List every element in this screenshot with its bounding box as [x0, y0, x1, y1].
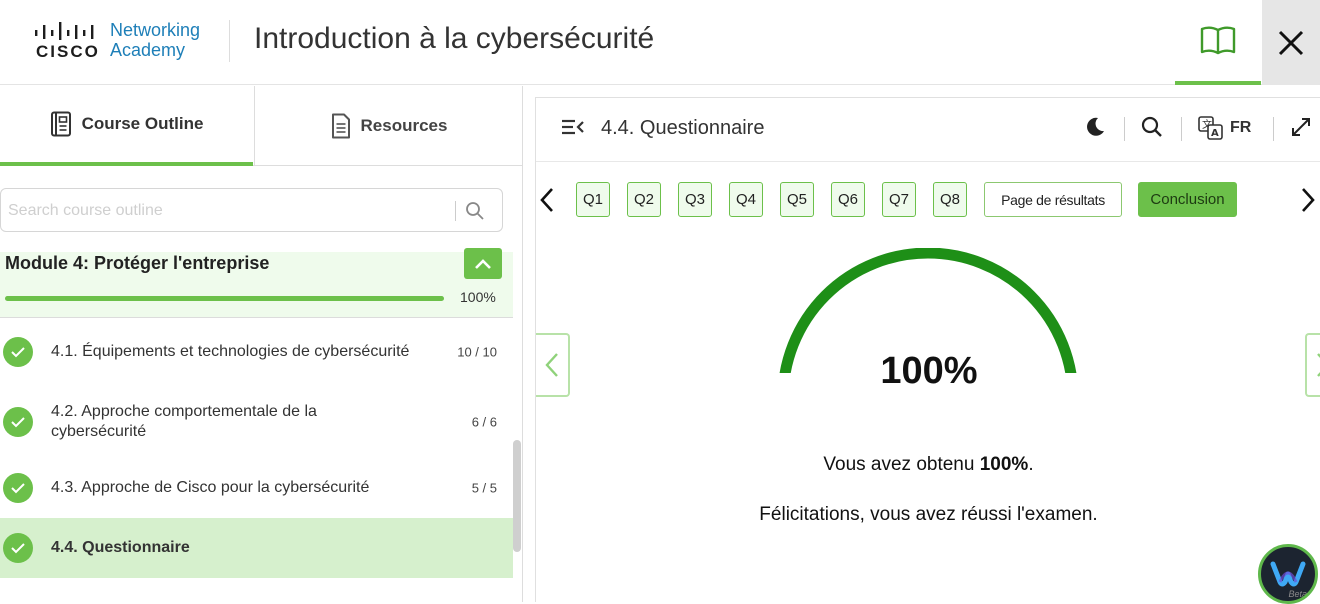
document-icon [331, 113, 350, 139]
expand-icon [1292, 118, 1310, 136]
question-button-q2[interactable]: Q2 [627, 182, 661, 217]
previous-page-button[interactable] [536, 333, 570, 397]
lesson-count: 10 / 10 [457, 344, 497, 360]
lesson-label: 4.1. Équipements et technologies de cybe… [51, 343, 410, 360]
previous-question-button[interactable] [539, 187, 555, 218]
chevron-right-icon [1302, 188, 1315, 212]
assistant-logo-icon [1270, 561, 1306, 587]
module-collapse-button[interactable] [464, 248, 502, 279]
course-book-button[interactable] [1175, 0, 1261, 85]
tab-course-outline-label: Course Outline [81, 114, 204, 133]
chevron-left-icon [545, 353, 558, 377]
question-button-q3[interactable]: Q3 [678, 182, 712, 217]
lesson-count: 6 / 6 [471, 414, 497, 430]
assistant-beta-badge[interactable]: Beta [1258, 544, 1318, 604]
translate-icon: 文 A [1198, 116, 1223, 140]
lesson-item[interactable]: 4.2. Approche comportementale de la cybe… [0, 392, 513, 452]
cisco-wordmark: CISCO [36, 42, 100, 61]
question-navigation: Q1 Q2 Q3 Q4 Q5 Q6 Q7 Q8 Page de résultat… [536, 182, 1320, 220]
lesson-item[interactable]: 4.3. Approche de Cisco pour la cybersécu… [0, 458, 513, 518]
score-message-suffix: . [1028, 454, 1034, 475]
lesson-label: 4.3. Approche de Cisco pour la cybersécu… [51, 479, 370, 496]
congratulations-message: Félicitations, vous avez réussi l'examen… [759, 504, 1098, 525]
search-input[interactable] [8, 199, 438, 223]
svg-text:A: A [1211, 128, 1219, 139]
toggle-sidebar-button[interactable] [561, 117, 585, 142]
language-label: FR [1230, 119, 1252, 136]
module-progress-bar [5, 296, 444, 301]
score-percentage: 100% [880, 350, 978, 392]
language-button[interactable]: 文 A FR [1198, 116, 1251, 140]
question-button-q5[interactable]: Q5 [780, 182, 814, 217]
question-button-q4[interactable]: Q4 [729, 182, 763, 217]
course-title: Introduction à la cybersécurité [254, 22, 655, 55]
outline-icon [50, 111, 71, 137]
toolbar-divider [1181, 117, 1182, 141]
results-page-button[interactable]: Page de résultats [984, 182, 1122, 217]
lesson-count: 5 / 5 [471, 480, 497, 496]
next-page-button[interactable] [1305, 333, 1320, 397]
completed-check-icon [3, 337, 33, 367]
app-header: CISCO Networking Academy Introduction à … [0, 0, 1320, 85]
sidebar: Course Outline Resources Module 4: Proté… [0, 86, 523, 602]
lesson-label: 4.2. Approche comportementale de la cybe… [51, 403, 317, 440]
completed-check-icon [3, 407, 33, 437]
tab-resources-label: Resources [360, 116, 448, 135]
question-button-q8[interactable]: Q8 [933, 182, 967, 217]
conclusion-button[interactable]: Conclusion [1138, 182, 1237, 217]
lesson-label: 4.4. Questionnaire [51, 539, 190, 556]
score-message: Vous avez obtenu 100%. [536, 454, 1320, 476]
academy-wordmark: Networking Academy [110, 20, 200, 60]
cisco-bars-icon [35, 22, 94, 40]
chevron-up-icon [475, 258, 491, 269]
lesson-item[interactable]: 4.1. Équipements et technologies de cybe… [0, 322, 513, 382]
main-content: 4.4. Questionnaire 文 A FR Q1 Q2 Q3 Q4 Q5… [535, 97, 1320, 602]
toolbar-divider [1124, 117, 1125, 141]
dark-mode-button[interactable] [1084, 116, 1106, 138]
search-icon [1141, 116, 1162, 137]
module-progress-fill [5, 296, 444, 301]
book-open-icon [1200, 26, 1236, 54]
beta-label: Beta [1288, 589, 1307, 599]
search-divider [455, 201, 456, 221]
completed-check-icon [3, 473, 33, 503]
collapse-menu-icon [562, 119, 584, 135]
module-title: Module 4: Protéger l'entreprise [5, 253, 270, 273]
tab-resources[interactable]: Resources [254, 86, 523, 166]
score-message-prefix: Vous avez obtenu [823, 454, 980, 475]
chevron-right-icon [1317, 353, 1320, 377]
score-message-value: 100% [979, 454, 1029, 475]
lesson-item-active[interactable]: 4.4. Questionnaire [0, 518, 513, 578]
sidebar-scrollbar[interactable] [513, 440, 521, 552]
question-button-q1[interactable]: Q1 [576, 182, 610, 217]
question-button-q7[interactable]: Q7 [882, 182, 916, 217]
close-icon [1278, 30, 1304, 55]
cisco-networking-academy-logo[interactable]: CISCO Networking Academy [34, 20, 214, 64]
completed-check-icon [3, 533, 33, 563]
tab-course-outline[interactable]: Course Outline [0, 86, 253, 166]
toolbar-divider [1273, 117, 1274, 141]
search-icon [466, 202, 484, 220]
module-header[interactable]: Module 4: Protéger l'entreprise 100% [0, 248, 513, 318]
page-title: 4.4. Questionnaire [601, 117, 765, 139]
header-divider [229, 20, 230, 62]
close-button[interactable] [1262, 0, 1320, 85]
chevron-left-icon [540, 188, 553, 212]
module-progress-label: 100% [460, 289, 496, 305]
question-button-q6[interactable]: Q6 [831, 182, 865, 217]
moon-icon [1087, 117, 1104, 136]
search-button[interactable] [465, 201, 485, 226]
logo-line-academy: Academy [110, 40, 186, 60]
logo-line-networking: Networking [110, 20, 201, 40]
content-toolbar: 4.4. Questionnaire 文 A FR [536, 98, 1320, 162]
search-content-button[interactable] [1141, 116, 1163, 138]
fullscreen-button[interactable] [1290, 116, 1312, 138]
next-question-button[interactable] [1300, 187, 1316, 218]
course-outline-search [0, 188, 503, 232]
sidebar-tabs: Course Outline Resources [0, 86, 523, 166]
